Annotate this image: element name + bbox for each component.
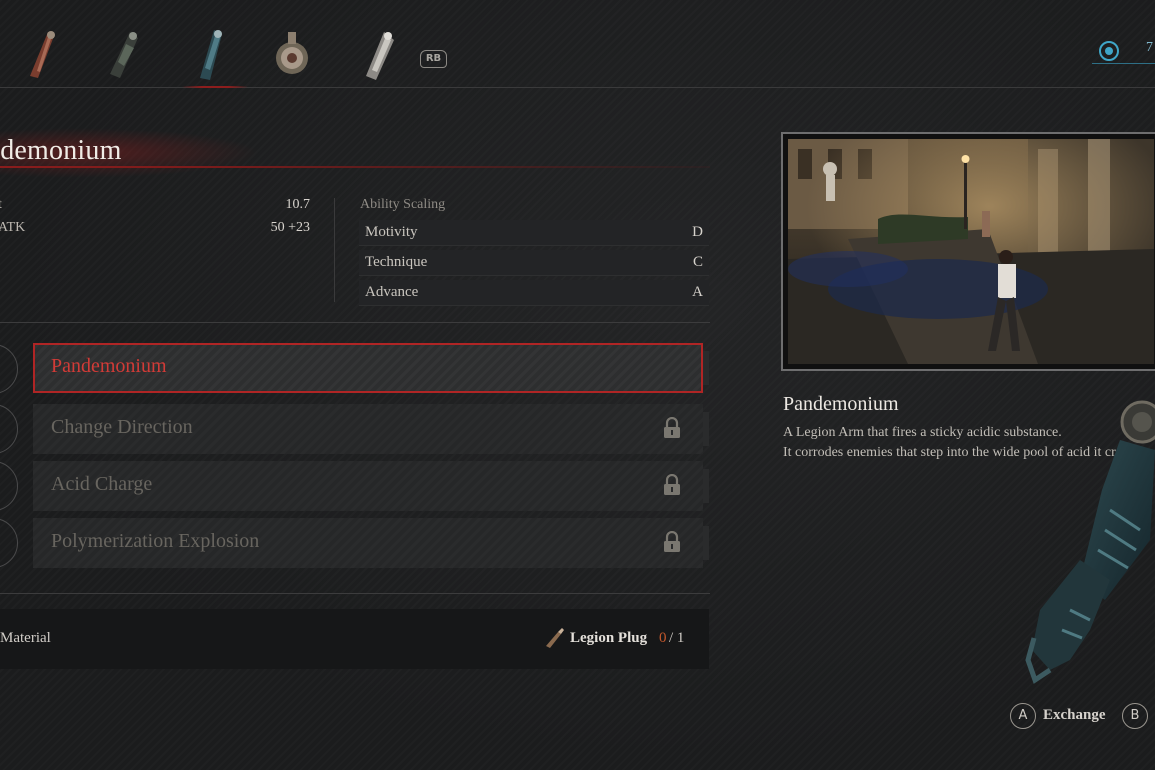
material-item-name: Legion Plug (570, 630, 648, 646)
page-title: ndemonium (0, 135, 122, 166)
lock-icon (664, 417, 680, 438)
scaling-row-technique: Technique C (359, 250, 709, 276)
skill-tail (703, 469, 709, 503)
legion-arm-icon (276, 32, 308, 74)
skill-change-direction[interactable]: Change Direction (33, 404, 703, 454)
preview-scene-image (788, 139, 1154, 364)
skill-polymerization-explosion[interactable]: Polymerization Explosion (33, 518, 703, 568)
title-divider (0, 166, 710, 168)
stat-label-atk: ATK (0, 220, 26, 235)
scaling-grade: C (692, 254, 703, 270)
legion-plug-icon (546, 628, 564, 648)
scaling-name: Advance (365, 284, 419, 300)
skill-label: Polymerization Explosion (51, 530, 260, 552)
section-divider (0, 322, 710, 323)
skill-label: Pandemonium (51, 355, 167, 377)
info-title: Pandemonium (783, 393, 899, 415)
a-button-icon[interactable]: A (1010, 703, 1036, 729)
scaling-name: Motivity (365, 224, 418, 240)
skill-pandemonium[interactable]: Pandemonium (33, 343, 703, 393)
stat-label-1: t (0, 197, 2, 213)
legion-arm-icon (200, 30, 222, 80)
rb-button-hint[interactable]: RB (420, 50, 447, 68)
lock-icon (664, 474, 680, 495)
legion-arm-tab-1[interactable] (18, 26, 64, 86)
currency-underline (1092, 63, 1155, 64)
legion-arm-icon (30, 31, 55, 78)
b-button-icon[interactable]: B (1122, 703, 1148, 729)
stat-value-1: 10.7 (285, 197, 311, 212)
material-owned-count: 0 (659, 630, 667, 646)
material-required-count: / 1 (669, 630, 685, 646)
scaling-grade: D (692, 224, 703, 240)
ability-scaling-title: Ability Scaling (360, 197, 446, 212)
currency-value: 7 (1146, 40, 1153, 55)
scaling-row-advance: Advance A (359, 280, 709, 306)
legion-arm-tab-2[interactable] (102, 26, 148, 86)
skill-tail (703, 526, 709, 560)
skill-preview-video (781, 132, 1155, 371)
legion-arm-tab-5[interactable] (356, 26, 402, 86)
stat-value-atk: 50 +23 (270, 220, 310, 235)
legion-arm-artwork (1025, 400, 1155, 684)
exchange-label[interactable]: Exchange (1043, 707, 1106, 724)
skill-label: Acid Charge (51, 473, 153, 495)
material-label: Material (0, 630, 51, 646)
top-bar: RB 7 (0, 0, 1155, 88)
legion-arm-tab-3[interactable] (182, 26, 248, 88)
material-panel: Material Legion Plug 0 / 1 (0, 609, 709, 669)
skill-acid-charge[interactable]: Acid Charge (33, 461, 703, 511)
skill-tail (703, 412, 709, 446)
legion-arm-icon (110, 32, 138, 78)
skill-label: Change Direction (51, 416, 193, 438)
scaling-name: Technique (365, 254, 428, 270)
scaling-grade: A (692, 284, 703, 300)
legion-arm-icon (366, 32, 394, 80)
lock-icon (664, 531, 680, 552)
ergo-currency-icon (1099, 41, 1119, 61)
legion-arm-tab-4[interactable] (270, 26, 316, 86)
section-divider (0, 593, 710, 594)
scaling-row-motivity: Motivity D (359, 220, 709, 246)
skill-tail (703, 351, 709, 385)
stats-divider (334, 198, 335, 302)
